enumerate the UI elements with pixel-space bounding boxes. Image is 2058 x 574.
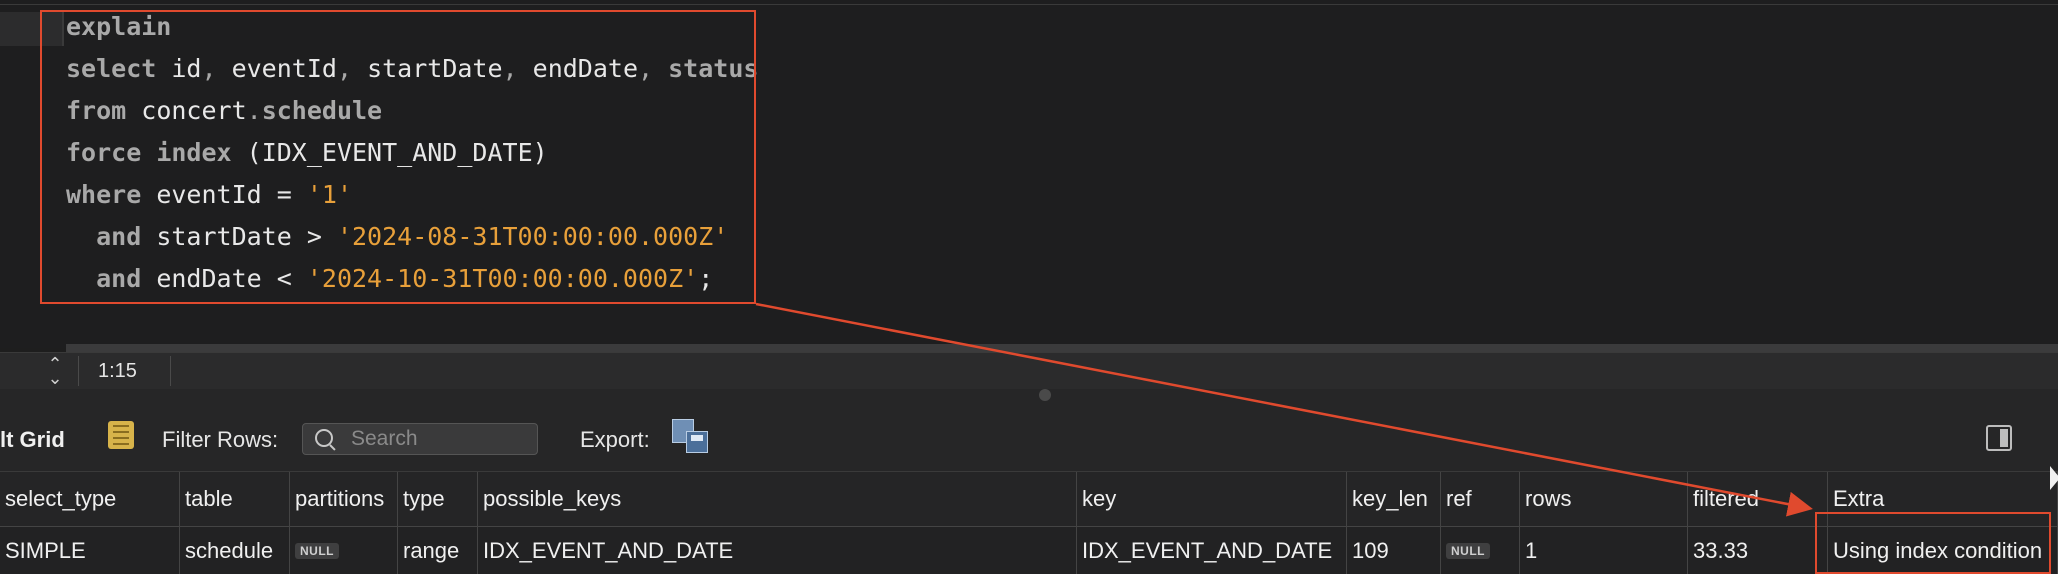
column-header-key-len[interactable]: key_len [1347,472,1441,526]
splitter-handle-icon[interactable] [1039,389,1051,401]
table-cell[interactable]: NULL [1441,527,1520,574]
scroll-right-caret-icon[interactable] [2050,466,2058,490]
null-badge: NULL [295,542,339,559]
query-highlight-box [40,10,756,304]
null-badge: NULL [1446,542,1490,559]
cursor-position: 1:15 [98,360,137,382]
column-header-select-type[interactable]: select_type [0,472,180,526]
table-cell[interactable]: 33.33 [1688,527,1828,574]
column-header-partitions[interactable]: partitions [290,472,398,526]
filter-rows-label: Filter Rows: [162,427,279,452]
column-header-type[interactable]: type [398,472,478,526]
panel-toggle-icon[interactable] [1986,425,2012,451]
grid-layout-icon[interactable] [108,421,134,449]
status-separator [78,356,79,386]
editor-top-divider [0,4,2058,5]
grid-header-row: select_type table partitions type possible_k… [0,472,2058,527]
column-header-table[interactable]: table [180,472,290,526]
export-icon[interactable] [672,419,708,453]
result-toolbar: lt Grid Filter Rows: Export: [0,411,2058,472]
pane-splitter[interactable] [0,389,2058,411]
search-box[interactable] [302,423,538,455]
column-header-key[interactable]: key [1077,472,1347,526]
column-header-rows[interactable]: rows [1520,472,1688,526]
column-header-ref[interactable]: ref [1441,472,1520,526]
table-cell[interactable]: NULL [290,527,398,574]
table-cell[interactable]: IDX_EVENT_AND_DATE [478,527,1077,574]
column-header-possible-keys[interactable]: possible_keys [478,472,1077,526]
table-cell[interactable]: SIMPLE [0,527,180,574]
table-cell[interactable]: schedule [180,527,290,574]
column-header-filtered[interactable]: filtered [1688,472,1828,526]
table-cell[interactable]: 109 [1347,527,1441,574]
search-icon [315,429,333,447]
table-cell[interactable]: IDX_EVENT_AND_DATE [1077,527,1347,574]
status-separator [170,356,171,386]
table-cell[interactable]: 1 [1520,527,1688,574]
table-row[interactable]: SIMPLE schedule NULL range IDX_EVENT_AND_DAT… [0,527,2058,574]
export-label: Export: [580,427,650,452]
editor-status-bar: ⌃ ⌄ 1:15 [0,352,2058,389]
up-down-stepper-icon[interactable]: ⌃ ⌄ [44,355,66,387]
export-save-icon [686,431,708,453]
result-grid-label: lt Grid [0,427,65,452]
extra-highlight-box [1815,512,2051,574]
search-input[interactable] [351,424,531,454]
result-grid: select_type table partitions type possible_k… [0,472,2058,574]
table-cell[interactable]: range [398,527,478,574]
